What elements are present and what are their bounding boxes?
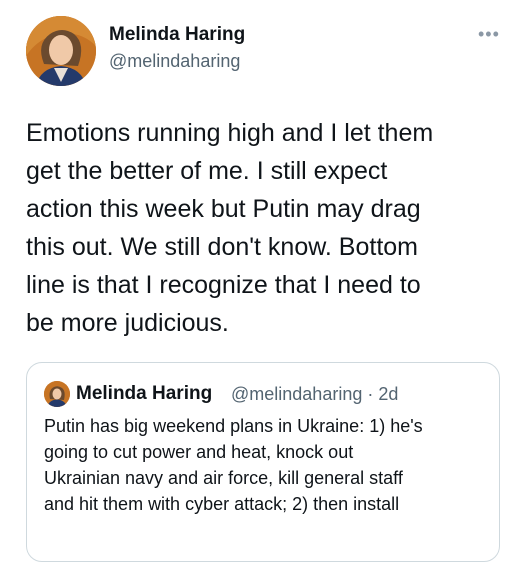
meta-separator: · bbox=[367, 384, 374, 404]
quoted-author-handle: @melindaharing bbox=[231, 384, 363, 404]
quoted-tweet-meta: @melindaharing · 2d bbox=[231, 384, 398, 405]
author-display-name[interactable]: Melinda Haring bbox=[109, 24, 245, 46]
quoted-author-name: Melinda Haring bbox=[76, 383, 213, 404]
quoted-author-avatar bbox=[44, 381, 70, 407]
author-avatar[interactable] bbox=[26, 16, 96, 86]
quoted-tweet-text: Putin has big weekend plans in Ukraine: … bbox=[44, 416, 423, 514]
more-horizontal-icon[interactable]: ••• bbox=[478, 24, 500, 45]
author-handle[interactable]: @melindaharing bbox=[109, 51, 240, 72]
quoted-tweet-card[interactable]: Melinda Haring @melindaharing · 2d Putin… bbox=[26, 362, 500, 562]
tweet-text: Emotions running high and I let them get… bbox=[26, 119, 434, 337]
quoted-tweet-time[interactable]: 2d bbox=[378, 384, 398, 404]
